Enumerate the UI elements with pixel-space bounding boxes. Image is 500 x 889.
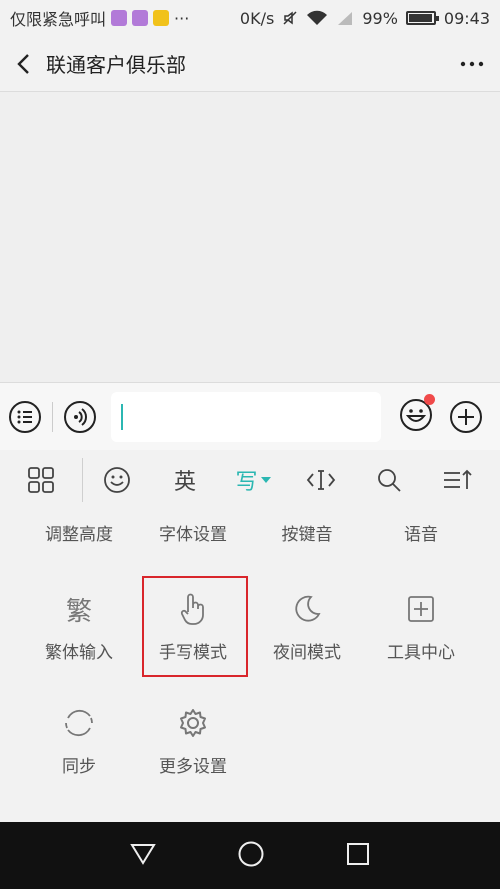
moon-icon — [295, 595, 321, 622]
chat-area — [0, 93, 500, 382]
gallery-app-icon — [132, 10, 149, 26]
traditional-input-label: 繁体输入 — [45, 643, 113, 663]
highlight-box — [142, 576, 248, 677]
nav-back-button[interactable] — [130, 842, 157, 870]
nav-home-button[interactable] — [237, 840, 265, 872]
more-horizontal-icon — [460, 61, 484, 66]
input-bar — [0, 382, 500, 450]
more-settings-label: 更多设置 — [159, 757, 227, 777]
sync-button[interactable]: 同步 — [22, 694, 136, 794]
battery-percent: 99% — [362, 8, 398, 28]
status-bar: 仅限紧急呼叫 ··· 0K/s 99% 09:43 — [0, 0, 500, 36]
contacts-app-icon — [153, 10, 170, 26]
back-button[interactable] — [0, 36, 46, 92]
triangle-back-icon — [130, 843, 157, 865]
menu-button[interactable] — [0, 383, 50, 451]
network-speed: 0K/s — [239, 8, 275, 28]
toolbar-emoji-button[interactable] — [83, 450, 151, 510]
search-icon — [378, 469, 401, 492]
handwrite-label: 写 — [235, 470, 258, 495]
more-notifications-icon: ··· — [174, 8, 190, 28]
notification-dot — [424, 393, 435, 405]
font-settings-option[interactable]: 字体设置 — [136, 520, 250, 550]
english-label: 英 — [173, 470, 196, 495]
wifi-icon — [307, 10, 328, 25]
traditional-input-button[interactable]: 繁 繁体输入 — [22, 580, 136, 680]
cursor-move-icon — [306, 470, 336, 490]
list-menu-icon — [9, 400, 41, 433]
keyboard-settings-panel: 调整高度 字体设置 按键音 语音 繁 繁体输入 手写模式 夜间模式 工具中心 同… — [0, 510, 500, 822]
page-title: 联通客户俱乐部 — [46, 53, 186, 77]
plus-circle-icon — [450, 400, 482, 433]
voice-button[interactable] — [55, 383, 105, 451]
plus-square-icon — [408, 596, 434, 622]
adjust-height-option[interactable]: 调整高度 — [22, 520, 136, 550]
toolbar-english-button[interactable]: 英 — [151, 450, 219, 510]
tool-center-button[interactable]: 工具中心 — [364, 580, 478, 680]
toolbar-cursor-button[interactable] — [287, 450, 355, 510]
voice-icon — [64, 400, 96, 433]
emoji-button[interactable] — [391, 383, 441, 451]
message-input[interactable] — [111, 391, 381, 442]
mute-icon — [283, 11, 297, 25]
toolbar-handwrite-button[interactable]: 写 — [219, 450, 287, 510]
grid-icon — [28, 467, 54, 493]
tool-center-label: 工具中心 — [387, 643, 455, 663]
keyboard-toolbar: 英 写 — [0, 450, 500, 510]
key-sound-option[interactable]: 按键音 — [250, 520, 364, 550]
sync-label: 同步 — [62, 757, 96, 777]
add-button[interactable] — [441, 383, 491, 451]
voice-option[interactable]: 语音 — [364, 520, 478, 550]
input-divider — [52, 401, 53, 432]
more-options-button[interactable] — [444, 36, 500, 92]
text-caret — [121, 403, 123, 430]
chevron-left-icon — [17, 53, 29, 74]
system-nav-bar — [0, 822, 500, 889]
battery-icon — [405, 11, 439, 25]
clock: 09:43 — [443, 8, 490, 28]
gear-icon — [180, 709, 206, 737]
traditional-chinese-icon: 繁 — [65, 596, 92, 627]
toolbar-search-button[interactable] — [355, 450, 423, 510]
square-recent-icon — [346, 842, 369, 865]
dropdown-icon — [260, 477, 271, 483]
circle-home-icon — [238, 841, 264, 866]
app-header: 联通客户俱乐部 — [0, 36, 500, 92]
toolbar-sort-button[interactable] — [423, 450, 491, 510]
night-mode-button[interactable]: 夜间模式 — [250, 580, 364, 680]
sort-icon — [444, 469, 472, 489]
toolbar-menu-button[interactable] — [0, 450, 82, 510]
nav-recent-button[interactable] — [346, 842, 370, 870]
settings-top-row: 调整高度 字体设置 按键音 语音 — [0, 520, 500, 550]
more-settings-button[interactable]: 更多设置 — [136, 694, 250, 794]
keyboard-app-icon — [111, 10, 128, 26]
carrier-label: 仅限紧急呼叫 — [10, 10, 107, 29]
signal-icon — [338, 12, 353, 25]
night-mode-label: 夜间模式 — [273, 643, 341, 663]
smiley-icon — [104, 467, 130, 493]
sync-icon — [65, 709, 93, 737]
